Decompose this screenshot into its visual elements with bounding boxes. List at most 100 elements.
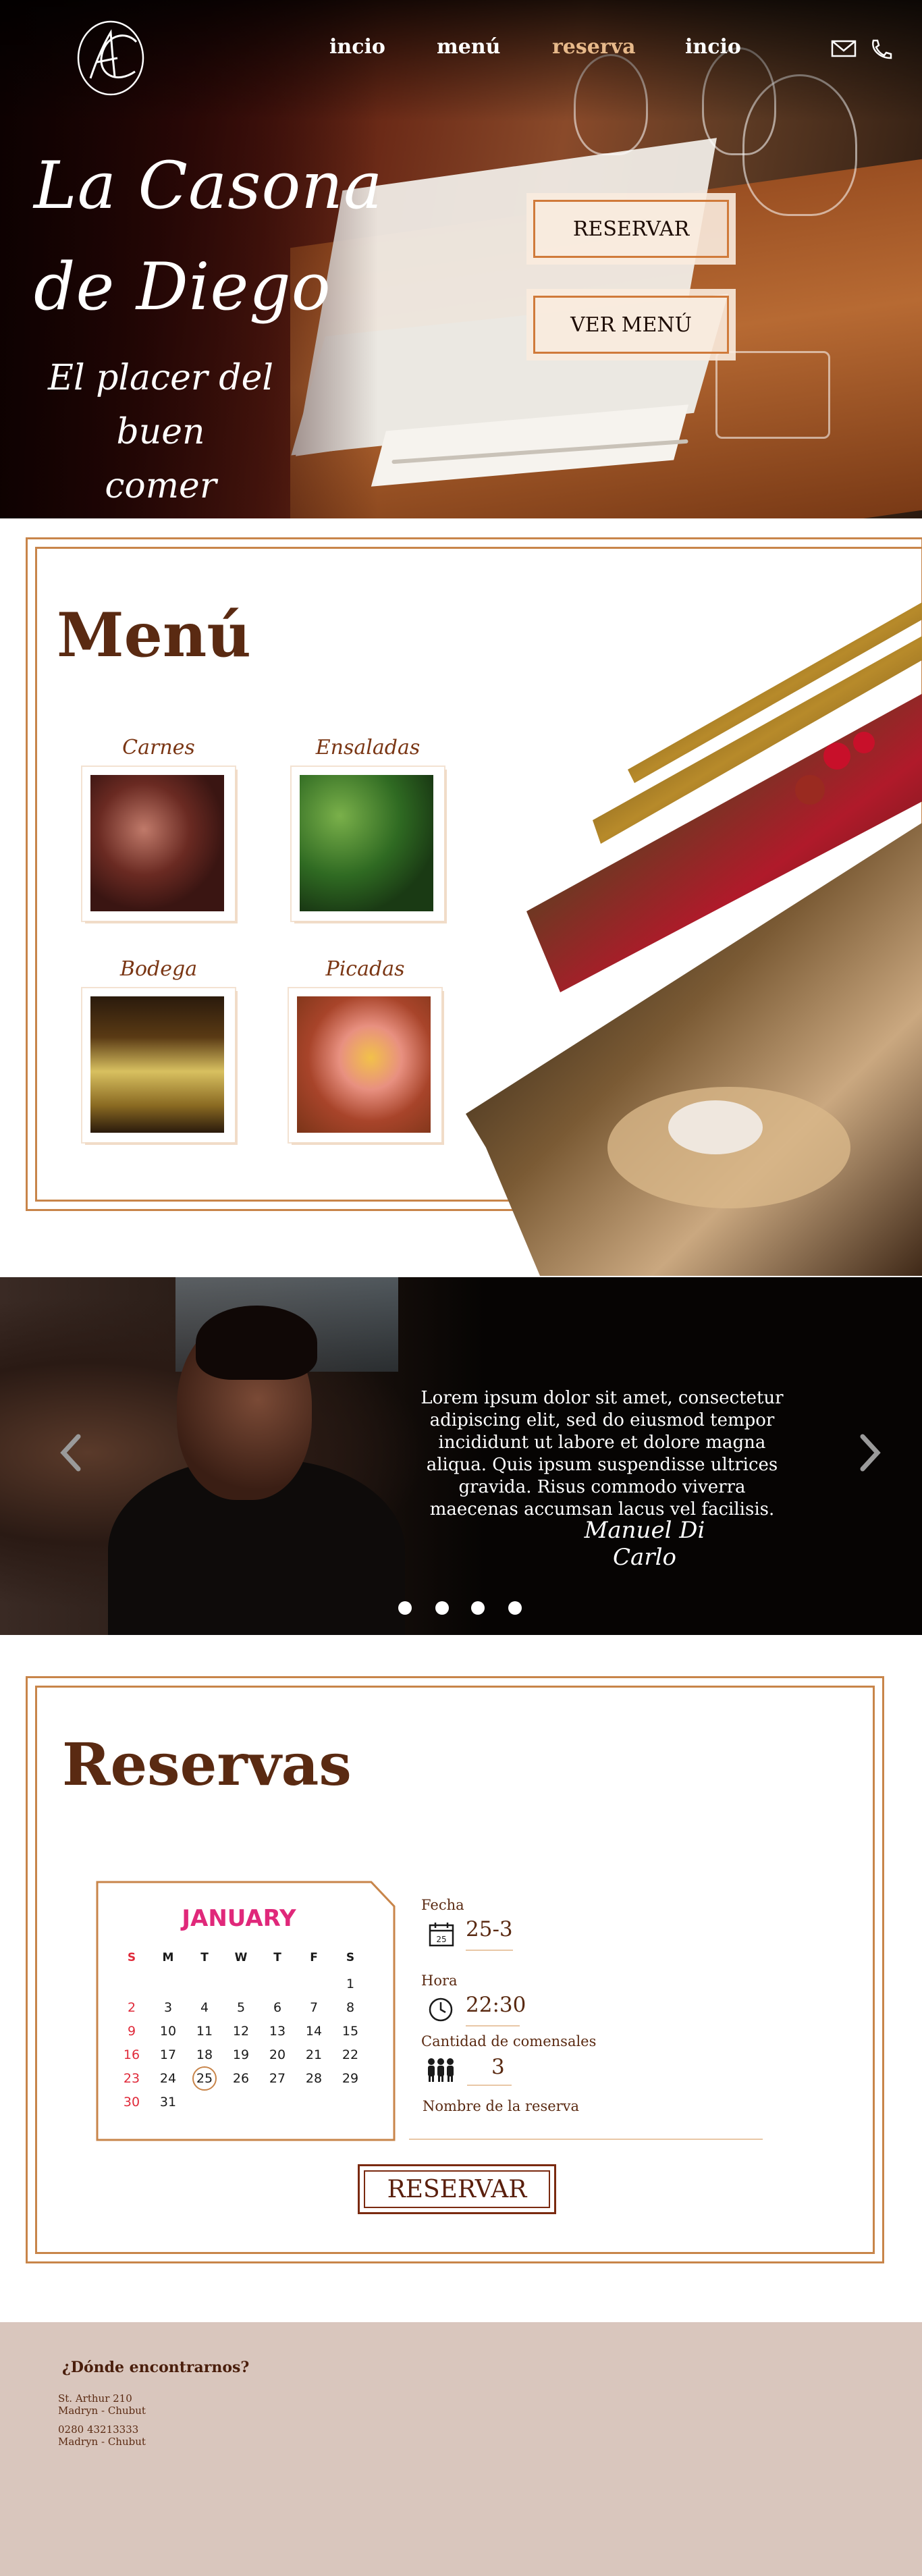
footer-title: ¿Dónde encontrarnos? bbox=[62, 2359, 250, 2376]
calendar-day[interactable]: 30 bbox=[113, 2095, 150, 2110]
nav-link-inicio[interactable]: incio bbox=[329, 35, 385, 59]
phone-icon[interactable] bbox=[867, 38, 894, 59]
carousel-dot-2[interactable] bbox=[435, 1601, 449, 1615]
comensales-value[interactable]: 3 bbox=[491, 2055, 505, 2079]
calendar-day[interactable]: 12 bbox=[223, 2024, 259, 2039]
calendar-day[interactable]: 14 bbox=[296, 2024, 332, 2039]
comensales-label: Cantidad de comensales bbox=[421, 2033, 597, 2049]
menu-title: Menú bbox=[57, 599, 251, 671]
menu-card-picadas[interactable]: Picadas bbox=[289, 957, 441, 1142]
nombre-input[interactable] bbox=[423, 2120, 760, 2140]
nombre-label: Nombre de la reserva bbox=[423, 2098, 580, 2114]
carousel-prev-button[interactable] bbox=[58, 1432, 85, 1473]
calendar-day[interactable]: 17 bbox=[150, 2047, 186, 2062]
menu-card-photo bbox=[82, 767, 235, 921]
footer-phone-location: Madryn - Chubut bbox=[58, 2436, 146, 2448]
fecha-label: Fecha bbox=[421, 1897, 464, 1913]
calendar-day[interactable]: 11 bbox=[186, 2024, 223, 2039]
calendar-day[interactable]: 13 bbox=[259, 2024, 296, 2039]
calendar: JANUARY S M T W T F S 1 2 3 4 5 6 7 8 9 10 11 12 13 14 15 16 17… bbox=[96, 1881, 396, 2141]
calendar-day[interactable]: 7 bbox=[296, 2000, 332, 2015]
calendar-day[interactable]: 9 bbox=[113, 2024, 150, 2039]
calendar-day[interactable]: 25 bbox=[186, 2071, 223, 2086]
calendar-day[interactable]: 15 bbox=[332, 2024, 369, 2039]
footer: ¿Dónde encontrarnos? St. Arthur 210 Madr… bbox=[0, 2322, 922, 2576]
hero-subtitle-line-1: El placer del buen bbox=[47, 358, 273, 452]
menu-card-bodega[interactable]: Bodega bbox=[82, 957, 235, 1142]
comensales-underline bbox=[467, 2085, 512, 2086]
nav-link-inicio-2[interactable]: incio bbox=[685, 35, 741, 59]
calendar-day[interactable]: 27 bbox=[259, 2071, 296, 2086]
calendar-day[interactable]: 10 bbox=[150, 2024, 186, 2039]
calendar-day[interactable]: 5 bbox=[223, 2000, 259, 2015]
calendar-weekday-header: W bbox=[234, 1951, 248, 1964]
carousel-dot-3[interactable] bbox=[471, 1601, 485, 1615]
carousel-next-button[interactable] bbox=[856, 1432, 883, 1473]
calendar-day[interactable]: 23 bbox=[113, 2071, 150, 2086]
logo[interactable] bbox=[70, 18, 144, 97]
calendar-day[interactable]: 26 bbox=[223, 2071, 259, 2086]
calendar-weekday-header: M bbox=[162, 1951, 174, 1964]
mail-icon[interactable] bbox=[830, 38, 857, 59]
people-icon bbox=[428, 2058, 454, 2082]
testimonial-section: Lorem ipsum dolor sit amet, consectetur … bbox=[0, 1277, 922, 1635]
fecha-value[interactable]: 25-3 bbox=[466, 1917, 513, 1941]
menu-card-photo bbox=[82, 988, 235, 1142]
picadas-image bbox=[297, 996, 431, 1133]
fecha-underline bbox=[466, 1950, 513, 1951]
calendar-icon: 25 bbox=[429, 1923, 454, 1947]
calendar-day[interactable]: 4 bbox=[186, 2000, 223, 2015]
calendar-day[interactable]: 21 bbox=[296, 2047, 332, 2062]
calendar-day[interactable]: 8 bbox=[332, 2000, 369, 2015]
reservas-title: Reservas bbox=[62, 1731, 352, 1799]
footer-address-line-2: Madryn - Chubut bbox=[58, 2405, 146, 2417]
calendar-day[interactable]: 20 bbox=[259, 2047, 296, 2062]
calendar-day[interactable]: 16 bbox=[113, 2047, 150, 2062]
hora-value[interactable]: 22:30 bbox=[466, 1993, 526, 2017]
calendar-day[interactable]: 22 bbox=[332, 2047, 369, 2062]
menu-card-ensaladas[interactable]: Ensaladas bbox=[292, 736, 444, 921]
calendar-weekday-header: T bbox=[273, 1951, 281, 1964]
reservar-submit-label: RESERVAR bbox=[387, 2176, 527, 2203]
reservar-submit-button[interactable]: RESERVAR bbox=[358, 2164, 556, 2214]
hero-title-line-2: de Diego bbox=[34, 249, 331, 325]
calendar-weekday-header: F bbox=[310, 1951, 318, 1964]
menu-card-label: Bodega bbox=[119, 957, 198, 981]
ensaladas-image bbox=[300, 775, 433, 911]
hero-reservar-label: RESERVAR bbox=[572, 217, 690, 241]
calendar-day[interactable]: 1 bbox=[332, 1977, 369, 1991]
carousel-dot-4[interactable] bbox=[508, 1601, 522, 1615]
hero-ver-menu-button[interactable]: VER MENÚ bbox=[526, 289, 736, 360]
hero-reservar-button[interactable]: RESERVAR bbox=[526, 193, 736, 265]
nombre-underline bbox=[409, 2139, 763, 2140]
carousel-dot-1[interactable] bbox=[398, 1601, 412, 1615]
calendar-weekday-header: T bbox=[200, 1951, 209, 1964]
calendar-weekday-header: S bbox=[127, 1951, 136, 1964]
footer-phone[interactable]: 0280 43213333 bbox=[58, 2423, 138, 2436]
calendar-day[interactable]: 18 bbox=[186, 2047, 223, 2062]
hero-title-line-1: La Casona bbox=[34, 148, 383, 223]
calendar-day[interactable]: 24 bbox=[150, 2071, 186, 2086]
calendar-month: JANUARY bbox=[182, 1905, 296, 1932]
nav-link-reserva[interactable]: reserva bbox=[552, 35, 636, 59]
testimonial-quote: Lorem ipsum dolor sit amet, consectetur … bbox=[421, 1388, 784, 1520]
calendar-day[interactable]: 29 bbox=[332, 2071, 369, 2086]
clock-icon bbox=[429, 1997, 453, 2022]
nav-link-menu[interactable]: menú bbox=[437, 35, 500, 59]
calendar-day[interactable]: 2 bbox=[113, 2000, 150, 2015]
menu-diagonal-collage bbox=[466, 602, 922, 1276]
hero-title: La Casona de Diego bbox=[34, 135, 383, 338]
menu-card-label: Carnes bbox=[122, 736, 195, 759]
calendar-day[interactable]: 6 bbox=[259, 2000, 296, 2015]
calendar-day[interactable]: 3 bbox=[150, 2000, 186, 2015]
calendar-day[interactable]: 28 bbox=[296, 2071, 332, 2086]
calendar-icon-day: 25 bbox=[436, 1935, 446, 1944]
carnes-image bbox=[90, 775, 224, 911]
testimonial-person-hair bbox=[196, 1306, 317, 1380]
calendar-day[interactable]: 19 bbox=[223, 2047, 259, 2062]
bodega-image bbox=[90, 996, 224, 1133]
menu-card-carnes[interactable]: Carnes bbox=[82, 736, 235, 921]
menu-card-photo bbox=[292, 767, 444, 921]
testimonial-signature: Manuel Di Carlo bbox=[584, 1517, 705, 1571]
calendar-day[interactable]: 31 bbox=[150, 2095, 186, 2110]
